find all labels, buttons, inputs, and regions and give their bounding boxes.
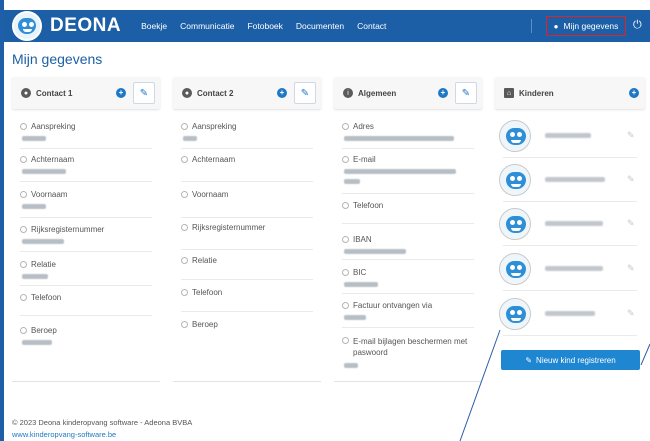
footer-copyright: © 2023 Deona kinderopvang software - Ade… (12, 418, 193, 427)
footer-website-link[interactable]: www.kinderopvang-software.be (12, 430, 116, 439)
annotation-lines (459, 329, 650, 441)
